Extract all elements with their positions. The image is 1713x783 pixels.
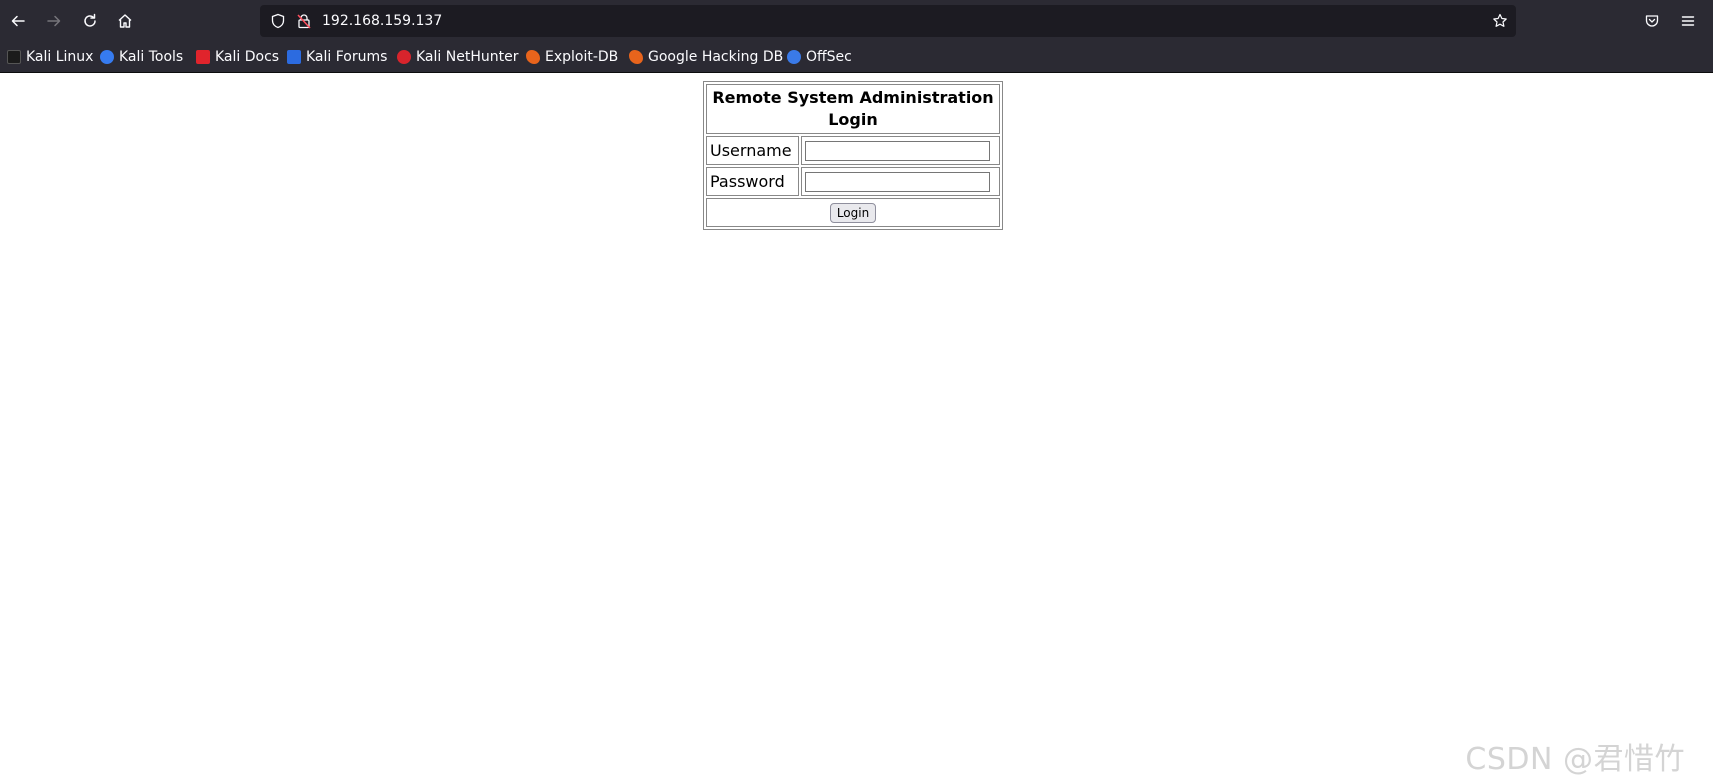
hamburger-menu-icon	[1681, 16, 1695, 26]
pocket-icon	[1645, 15, 1659, 27]
login-table: Remote System Administration Login Usern…	[703, 81, 1003, 230]
bookmark-kali-docs[interactable]: Kali Docs	[196, 45, 279, 69]
bookmark-kali-linux[interactable]: Kali Linux	[7, 45, 93, 69]
browser-toolbar: 192.168.159.137	[0, 0, 1713, 41]
reload-icon	[84, 13, 96, 27]
kali-dragon-icon	[7, 50, 21, 64]
back-button[interactable]	[3, 6, 33, 36]
login-button[interactable]: Login	[829, 203, 877, 223]
ghdb-icon	[629, 50, 643, 64]
username-cell	[800, 136, 1000, 165]
bookmark-offsec[interactable]: OffSec	[787, 45, 852, 69]
bookmarks-bar: Kali Linux Kali Tools Kali Docs Kali For…	[0, 41, 1713, 73]
forward-button[interactable]	[39, 6, 69, 36]
bookmark-label: Kali Linux	[26, 49, 94, 65]
home-button[interactable]	[110, 6, 140, 36]
bookmark-kali-nethunter[interactable]: Kali NetHunter	[397, 45, 518, 69]
offsec-icon	[787, 50, 801, 64]
url-bar[interactable]: 192.168.159.137	[260, 5, 1516, 37]
shield-icon[interactable]	[270, 13, 286, 29]
bookmark-label: OffSec	[806, 49, 852, 65]
nethunter-icon	[397, 50, 411, 64]
insecure-lock-icon[interactable]	[296, 13, 312, 29]
login-title: Remote System Administration Login	[706, 84, 1000, 134]
kali-forums-icon	[287, 50, 301, 64]
bookmark-label: Exploit-DB	[545, 49, 619, 65]
bookmark-label: Kali Docs	[215, 49, 280, 65]
pocket-button[interactable]	[1637, 6, 1667, 36]
password-cell	[800, 167, 1000, 196]
bookmark-kali-forums[interactable]: Kali Forums	[287, 45, 387, 69]
home-icon	[118, 14, 132, 28]
username-input[interactable]	[804, 140, 990, 161]
submit-cell: Login	[706, 198, 1000, 227]
arrow-left-icon	[11, 15, 25, 27]
bookmark-exploit-db[interactable]: Exploit-DB	[526, 45, 618, 69]
password-input[interactable]	[804, 171, 990, 192]
app-menu-button[interactable]	[1673, 6, 1703, 36]
bookmark-label: Google Hacking DB	[648, 49, 784, 65]
watermark-text: CSDN @君惜竹	[1465, 742, 1685, 777]
bookmark-star-icon[interactable]	[1492, 13, 1508, 29]
arrow-right-icon	[47, 15, 61, 27]
bookmark-label: Kali Tools	[119, 49, 184, 65]
reload-button[interactable]	[75, 6, 105, 36]
bookmark-google-hacking-db[interactable]: Google Hacking DB	[629, 45, 783, 69]
bookmark-label: Kali Forums	[306, 49, 388, 65]
password-label: Password	[706, 167, 799, 196]
exploit-db-icon	[526, 50, 540, 64]
username-label: Username	[706, 136, 799, 165]
bookmark-label: Kali NetHunter	[416, 49, 519, 65]
bookmark-kali-tools[interactable]: Kali Tools	[100, 45, 183, 69]
kali-docs-icon	[196, 50, 210, 64]
kali-tools-icon	[100, 50, 114, 64]
url-text[interactable]: 192.168.159.137	[322, 5, 442, 37]
